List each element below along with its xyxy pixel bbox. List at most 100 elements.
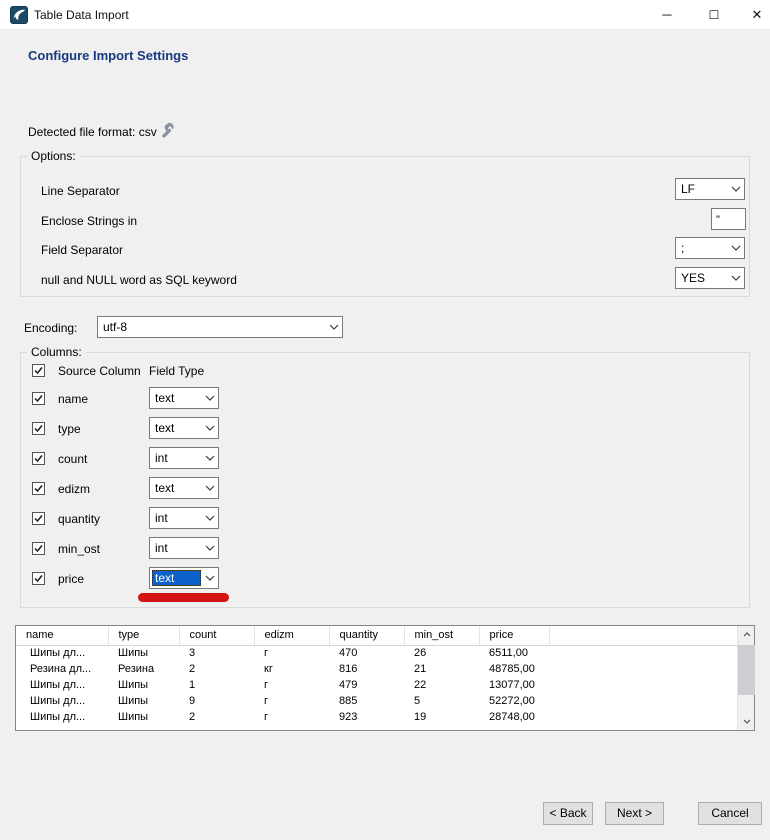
preview-cell (549, 645, 738, 661)
column-name-label: price (58, 567, 84, 591)
preview-column-header[interactable]: min_ost (404, 626, 479, 645)
preview-cell: 22 (404, 677, 479, 693)
column-row: price text (21, 567, 751, 591)
field-separator-select[interactable]: ; (675, 237, 745, 259)
preview-row[interactable]: Шипы дл...Шипы1г4792213077,00 (16, 677, 738, 693)
column-name-label: min_ost (58, 537, 100, 561)
chevron-down-icon (728, 275, 744, 281)
chevron-down-icon (202, 425, 218, 431)
preview-cell: Шипы дл... (16, 693, 108, 709)
enclose-strings-label: Enclose Strings in (41, 214, 137, 228)
preview-cell: Резина дл... (16, 661, 108, 677)
scrollbar-thumb[interactable] (738, 645, 755, 695)
columns-group: Columns: Source Column Field Type name t… (20, 352, 750, 608)
column-checkbox[interactable] (32, 422, 45, 435)
preview-row[interactable]: Шипы дл...Шипы9г885552272,00 (16, 693, 738, 709)
field-type-select[interactable]: text (149, 567, 219, 589)
preview-cell: 52272,00 (479, 693, 549, 709)
column-checkbox[interactable] (32, 512, 45, 525)
preview-header-row[interactable]: nametypecountedizmquantitymin_ostprice (16, 626, 738, 645)
columns-group-label: Columns: (27, 345, 86, 359)
field-type-select[interactable]: text (149, 417, 219, 439)
field-type-select[interactable]: text (149, 387, 219, 409)
preview-cell: 9 (179, 693, 254, 709)
wrench-icon[interactable] (158, 122, 175, 139)
preview-cell: 470 (329, 645, 404, 661)
preview-cell: г (254, 709, 329, 725)
preview-cell: Шипы (108, 709, 179, 725)
line-separator-label: Line Separator (41, 184, 120, 198)
preview-cell: 28748,00 (479, 709, 549, 725)
column-checkbox[interactable] (32, 452, 45, 465)
preview-column-header[interactable]: price (479, 626, 549, 645)
field-type-header: Field Type (149, 359, 204, 383)
minimize-button[interactable]: ─ (653, 0, 681, 30)
preview-cell: Шипы (108, 677, 179, 693)
column-checkbox[interactable] (32, 542, 45, 555)
preview-cell: Резина (108, 661, 179, 677)
field-type-select[interactable]: int (149, 507, 219, 529)
column-name-label: name (58, 387, 88, 411)
encoding-select[interactable]: utf-8 (97, 316, 343, 338)
chevron-down-icon (202, 545, 218, 551)
preview-column-header[interactable]: name (16, 626, 108, 645)
field-type-select[interactable]: int (149, 537, 219, 559)
field-type-select[interactable]: text (149, 477, 219, 499)
preview-cell (549, 661, 738, 677)
preview-row[interactable]: Шипы дл...Шипы3г470266511,00 (16, 645, 738, 661)
chevron-down-icon (202, 395, 218, 401)
preview-row[interactable]: Шипы дл...Шипы2г9231928748,00 (16, 709, 738, 725)
chevron-down-icon (202, 485, 218, 491)
column-row: quantity int (21, 507, 751, 531)
column-row: min_ost int (21, 537, 751, 561)
null-keyword-select[interactable]: YES (675, 267, 745, 289)
preview-cell: 3 (179, 645, 254, 661)
preview-column-header[interactable] (549, 626, 738, 645)
red-underline-annotation (138, 593, 229, 602)
preview-cell: 816 (329, 661, 404, 677)
chevron-down-icon (202, 515, 218, 521)
preview-cell (549, 677, 738, 693)
back-button[interactable]: < Back (543, 802, 593, 825)
preview-cell: Шипы дл... (16, 709, 108, 725)
select-all-checkbox[interactable] (32, 364, 45, 377)
preview-cell: Шипы дл... (16, 645, 108, 661)
preview-cell (549, 709, 738, 725)
field-type-select[interactable]: int (149, 447, 219, 469)
preview-column-header[interactable]: quantity (329, 626, 404, 645)
preview-row[interactable]: Резина дл...Резина2кг8162148785,00 (16, 661, 738, 677)
close-button[interactable]: ✕ (743, 0, 770, 30)
cancel-button[interactable]: Cancel (698, 802, 762, 825)
mysql-workbench-icon (10, 6, 28, 24)
preview-cell: Шипы (108, 693, 179, 709)
scroll-down-icon[interactable] (738, 713, 755, 730)
preview-cell: 479 (329, 677, 404, 693)
preview-column-header[interactable]: edizm (254, 626, 329, 645)
line-separator-select[interactable]: LF (675, 178, 745, 200)
preview-cell: г (254, 645, 329, 661)
vertical-scrollbar[interactable] (737, 626, 754, 730)
column-checkbox[interactable] (32, 392, 45, 405)
enclose-strings-input[interactable] (711, 208, 746, 230)
preview-cell: 1 (179, 677, 254, 693)
maximize-button[interactable]: ☐ (700, 0, 728, 30)
preview-column-header[interactable]: count (179, 626, 254, 645)
column-checkbox[interactable] (32, 572, 45, 585)
preview-cell: 2 (179, 709, 254, 725)
preview-cell (549, 693, 738, 709)
column-name-label: edizm (58, 477, 90, 501)
column-row: edizm text (21, 477, 751, 501)
preview-column-header[interactable]: type (108, 626, 179, 645)
preview-cell: г (254, 677, 329, 693)
preview-cell: 26 (404, 645, 479, 661)
source-column-header: Source Column (58, 359, 141, 383)
chevron-down-icon (202, 575, 218, 581)
options-group: Options: Line Separator LF Enclose Strin… (20, 156, 750, 297)
options-group-label: Options: (27, 149, 80, 163)
column-checkbox[interactable] (32, 482, 45, 495)
column-row: count int (21, 447, 751, 471)
next-button[interactable]: Next > (605, 802, 664, 825)
scroll-up-icon[interactable] (738, 626, 755, 643)
preview-cell: Шипы дл... (16, 677, 108, 693)
preview-cell: 21 (404, 661, 479, 677)
